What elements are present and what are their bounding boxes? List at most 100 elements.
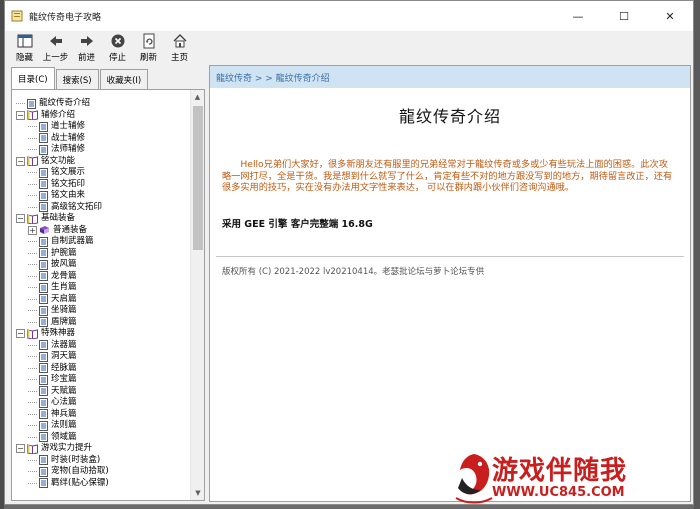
tree-item-label: 法则篇: [51, 420, 77, 431]
document-icon: [39, 167, 48, 178]
tree-item[interactable]: 生肖篇: [16, 282, 186, 294]
scroll-thumb[interactable]: [193, 106, 203, 250]
tree-item[interactable]: 羁绊(贴心保镖): [16, 478, 186, 490]
tree-item[interactable]: 心法篇: [16, 397, 186, 409]
stop-button[interactable]: 停止: [102, 33, 133, 63]
expander-icon[interactable]: −: [16, 156, 25, 166]
toolbar: 隐藏 上一步 前进 停止 刷新 主页: [5, 31, 693, 63]
tree-item[interactable]: 铭文展示: [16, 167, 186, 179]
refresh-button[interactable]: 刷新: [133, 33, 164, 63]
tree-line: [28, 206, 37, 208]
tree-item[interactable]: 铭文由来: [16, 190, 186, 202]
tree-item[interactable]: 自制武器篇: [16, 236, 186, 248]
tree-item[interactable]: 法器篇: [16, 340, 186, 352]
tree-item[interactable]: 洞天篇: [16, 351, 186, 363]
tree-item[interactable]: − 特殊神器: [16, 328, 186, 340]
tab-search[interactable]: 搜索(S): [55, 69, 99, 89]
tree-item[interactable]: 宠物(自动拾取): [16, 466, 186, 478]
open-book-icon: [27, 156, 38, 167]
tree-item-label: 铭文由来: [51, 190, 86, 201]
tree-line: [28, 367, 37, 369]
tree-item[interactable]: 龍纹传奇介绍: [16, 98, 186, 110]
tab-contents[interactable]: 目录(C): [11, 67, 55, 90]
hide-pane-icon: [17, 34, 32, 48]
tree-item[interactable]: 龙骨篇: [16, 271, 186, 283]
back-button[interactable]: 上一步: [40, 33, 71, 63]
window-title: 龍纹传奇电子攻略: [29, 12, 102, 23]
tree-line: [28, 379, 37, 381]
tree-item-label: 时装(时装盒): [51, 454, 101, 465]
open-book-icon: [27, 444, 38, 454]
tree-item[interactable]: − 基础装备: [16, 213, 186, 225]
tree-item[interactable]: 高级铭文拓印: [16, 202, 186, 214]
tree-item[interactable]: 披风篇: [16, 259, 186, 271]
tree-item[interactable]: 法师辅修: [16, 144, 186, 156]
tree-item[interactable]: 护腕篇: [16, 248, 186, 260]
open-book-icon: [27, 110, 38, 121]
tree-item[interactable]: 铭文拓印: [16, 179, 186, 191]
title-bar: 龍纹传奇电子攻略 — ☐ ✕: [5, 1, 693, 31]
scroll-down-icon[interactable]: ▼: [191, 486, 204, 500]
tree-item[interactable]: + 普通装备: [16, 225, 186, 237]
tree-line: [28, 183, 37, 185]
tree-item-label: 高级铭文拓印: [51, 201, 103, 212]
tree-scrollbar[interactable]: ▲ ▼: [190, 90, 204, 500]
page-title: 龍纹传奇介绍: [398, 107, 501, 126]
document-icon: [39, 409, 48, 420]
close-button[interactable]: ✕: [647, 1, 693, 31]
open-book-icon: [27, 329, 38, 339]
tab-favorites[interactable]: 收藏夹(I): [99, 69, 149, 89]
tree-item[interactable]: 战士辅修: [16, 133, 186, 145]
tree-item[interactable]: 经脉篇: [16, 363, 186, 375]
tree-item-label: 特殊神器: [41, 328, 76, 339]
expander-icon[interactable]: −: [16, 444, 25, 454]
tree-item-label: 普通装备: [53, 224, 88, 235]
tree-item[interactable]: 神兵篇: [16, 409, 186, 421]
tree-item-label: 披风篇: [51, 259, 77, 270]
tree-item[interactable]: 盾牌篇: [16, 317, 186, 329]
tree-item-label: 洞天篇: [51, 351, 77, 362]
scroll-up-icon[interactable]: ▲: [191, 90, 204, 104]
tree-item-label: 游戏实力提升: [41, 443, 93, 454]
tree-line: [28, 137, 37, 139]
tree-line: [16, 103, 25, 105]
tree-item[interactable]: − 铭文功能: [16, 156, 186, 168]
forward-button[interactable]: 前进: [71, 33, 102, 63]
document-icon: [39, 305, 48, 316]
tree-item[interactable]: 珍宝篇: [16, 374, 186, 386]
tree-line: [28, 275, 37, 277]
tree-item[interactable]: 天启篇: [16, 294, 186, 306]
tree-item-label: 坐骑篇: [51, 305, 77, 316]
expander-icon[interactable]: −: [16, 110, 25, 120]
expander-icon[interactable]: +: [28, 225, 37, 235]
hide-button[interactable]: 隐藏: [9, 33, 40, 63]
document-icon: [39, 455, 48, 466]
tree-item[interactable]: − 游戏实力提升: [16, 443, 186, 455]
divider: [216, 255, 684, 257]
document-icon: [39, 236, 48, 247]
tree-item-label: 法器篇: [51, 339, 77, 350]
tree-item[interactable]: 道士辅修: [16, 121, 186, 133]
tree-item[interactable]: 天赋篇: [16, 386, 186, 398]
minimize-button[interactable]: —: [555, 1, 601, 31]
document-icon: [39, 271, 48, 282]
intro-paragraph: Hello兄弟们大家好，很多新朋友还有服里的兄弟经常对于龍纹传奇或多或少有些玩法…: [222, 159, 673, 193]
document-icon: [39, 190, 48, 201]
expander-icon[interactable]: −: [16, 214, 25, 224]
site-watermark: 游戏伴随我 WWW.UC845.COM: [452, 450, 697, 508]
tree-item-label: 铭文拓印: [51, 178, 86, 189]
tree-item[interactable]: 领域篇: [16, 432, 186, 444]
tree-item[interactable]: 坐骑篇: [16, 305, 186, 317]
tree-line: [28, 264, 37, 266]
expander-icon[interactable]: −: [16, 329, 25, 339]
tree-item-label: 辅修介绍: [41, 109, 76, 120]
tree-item[interactable]: 时装(时装盒): [16, 455, 186, 467]
home-button[interactable]: 主页: [164, 33, 195, 63]
tree-item[interactable]: − 辅修介绍: [16, 110, 186, 122]
maximize-button[interactable]: ☐: [601, 1, 647, 31]
tree-item[interactable]: 法则篇: [16, 420, 186, 432]
tree-line: [28, 149, 37, 151]
document-icon: [39, 248, 48, 259]
tree-line: [28, 425, 37, 427]
document-icon: [39, 121, 48, 132]
